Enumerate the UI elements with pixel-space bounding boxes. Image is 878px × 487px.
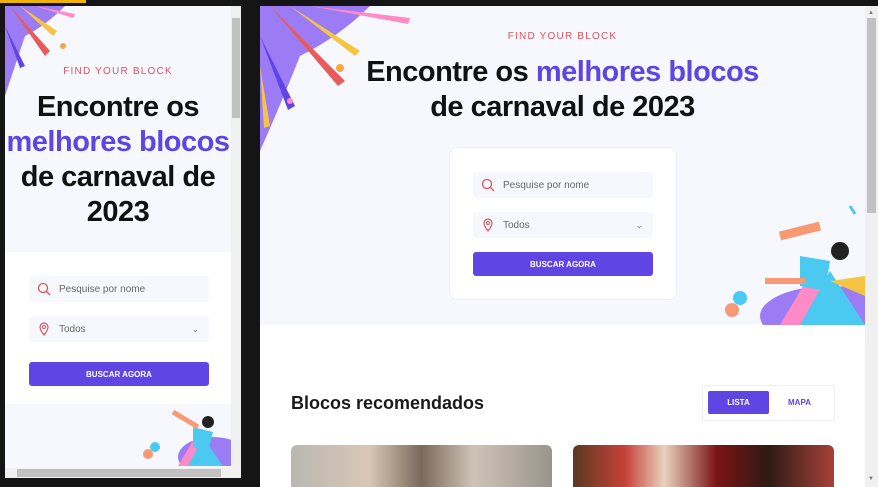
hero-eyebrow: FIND YOUR BLOCK xyxy=(63,66,173,77)
recommended-section: Blocos recomendados LISTA MAPA xyxy=(260,325,865,487)
vertical-scrollbar[interactable]: ▲ ▼ xyxy=(865,6,878,487)
title-line: de carnaval de xyxy=(20,161,216,193)
location-value: Todos xyxy=(59,323,86,335)
bloco-card-image[interactable] xyxy=(573,445,834,487)
title-text: Encontre os xyxy=(366,56,536,88)
horizontal-scrollbar[interactable] xyxy=(5,468,241,478)
title-text: de carnaval de 2023 xyxy=(430,91,695,123)
list-view-button[interactable]: LISTA xyxy=(708,391,769,414)
scrollbar-thumb[interactable] xyxy=(867,18,876,213)
map-view-button[interactable]: MAPA xyxy=(769,391,830,414)
window-accent-line xyxy=(0,0,86,3)
search-input[interactable]: Pesquise por nome xyxy=(473,172,653,198)
title-line: Encontre os xyxy=(36,91,200,123)
scroll-up-arrow[interactable]: ▲ xyxy=(868,10,874,16)
section-heading: Blocos recomendados xyxy=(291,393,485,413)
search-icon xyxy=(37,282,51,296)
dancer-illustration xyxy=(143,409,231,466)
vertical-scrollbar[interactable] xyxy=(231,6,241,468)
dancer-illustration xyxy=(725,205,865,325)
desktop-preview-window: FIND YOUR BLOCK Encontre os melhores blo… xyxy=(260,6,878,487)
search-placeholder: Pesquise por nome xyxy=(503,179,590,191)
scrollbar-thumb[interactable] xyxy=(17,469,221,477)
title-line: 2023 xyxy=(86,196,150,228)
map-pin-icon xyxy=(483,218,493,232)
hero-title: Encontre os melhores blocos de carnaval … xyxy=(5,90,231,230)
title-highlight: melhores blocos xyxy=(535,56,759,88)
search-button[interactable]: BUSCAR AGORA xyxy=(29,362,209,386)
chevron-down-icon: ⌄ xyxy=(635,219,643,230)
hero-eyebrow: FIND YOUR BLOCK xyxy=(507,31,618,42)
search-card: Pesquise por nome Todos ⌄ BUSCAR AGORA xyxy=(449,147,677,300)
search-input[interactable]: Pesquise por nome xyxy=(29,276,209,302)
view-toggle: LISTA MAPA xyxy=(702,385,835,421)
location-select[interactable]: Todos ⌄ xyxy=(473,212,653,238)
bloco-card-image[interactable] xyxy=(291,445,552,487)
search-placeholder: Pesquise por nome xyxy=(59,283,146,295)
search-button[interactable]: BUSCAR AGORA xyxy=(473,252,653,276)
search-icon xyxy=(481,178,495,192)
location-select[interactable]: Todos ⌄ xyxy=(29,316,209,342)
title-highlight: melhores blocos xyxy=(6,126,230,158)
scroll-down-arrow[interactable]: ▼ xyxy=(868,476,874,482)
scrollbar-thumb[interactable] xyxy=(232,18,240,118)
search-card: Pesquise por nome Todos ⌄ BUSCAR AGORA xyxy=(5,252,231,404)
location-value: Todos xyxy=(503,219,530,231)
feathers-decoration-top-left xyxy=(5,6,75,96)
map-pin-icon xyxy=(39,322,49,336)
chevron-down-icon: ⌄ xyxy=(191,323,199,334)
mobile-preview-window: FIND YOUR BLOCK Encontre os melhores blo… xyxy=(5,6,241,478)
hero-title: Encontre os melhores blocos de carnaval … xyxy=(260,55,865,125)
